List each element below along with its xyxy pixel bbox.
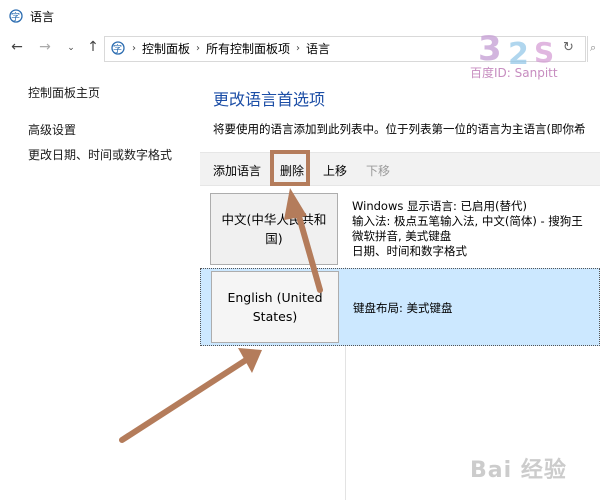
move-down-button[interactable]: 下移 (366, 162, 390, 179)
language-row-english-selected[interactable]: English (United States) 键盘布局: 美式键盘 (200, 268, 600, 346)
forward-arrow-icon[interactable]: → (36, 39, 54, 55)
recent-locations-chevron-icon[interactable]: ⌄ (62, 43, 80, 53)
breadcrumb: › 控制面板 › 所有控制面板项 › 语言 (132, 40, 330, 57)
detail-line: Windows 显示语言: 已启用(替代) (352, 199, 527, 213)
advanced-settings-link[interactable]: 高级设置 (28, 121, 76, 138)
page-description: 将要使用的语言添加到此列表中。位于列表第一位的语言为主语言(即你希 (213, 122, 586, 136)
svg-text:字: 字 (11, 11, 20, 23)
control-panel-icon: 字 (111, 41, 125, 55)
svg-text:3: 3 (478, 29, 502, 69)
language-details: 键盘布局: 美式键盘 (353, 301, 453, 316)
language-toolbar: 添加语言 删除 上移 下移 (200, 152, 600, 186)
search-icon: ⌕ (590, 41, 597, 54)
language-row-chinese[interactable]: 中文(中华人民共和国) Windows 显示语言: 已启用(替代) 输入法: 极… (200, 189, 600, 267)
back-arrow-icon[interactable]: ← (8, 39, 26, 55)
watermark-baidu-jingyan: Bai 经验 (470, 458, 567, 483)
window-title: 语言 (30, 10, 55, 24)
language-name-button[interactable]: 中文(中华人民共和国) (210, 193, 338, 265)
detail-line: 输入法: 极点五笔输入法, 中文(简体) - 搜狗王 (352, 214, 583, 228)
watermark-baidu-id: 百度ID: Sanpitt (470, 66, 558, 80)
language-app-icon: 字 (9, 9, 23, 23)
detail-line: 微软拼音, 美式键盘 (352, 229, 452, 243)
svg-text:字: 字 (113, 43, 122, 55)
language-details: Windows 显示语言: 已启用(替代) 输入法: 极点五笔输入法, 中文(简… (352, 199, 583, 259)
add-language-button[interactable]: 添加语言 (213, 162, 261, 179)
language-name-button[interactable]: English (United States) (211, 271, 339, 343)
control-panel-home-link[interactable]: 控制面板主页 (28, 84, 100, 101)
detail-line: 日期、时间和数字格式 (352, 244, 467, 258)
breadcrumb-language[interactable]: 语言 (306, 40, 330, 57)
search-input[interactable]: ⌕ (587, 36, 600, 62)
chevron-right-icon: › (196, 43, 201, 54)
detail-line: 键盘布局: 美式键盘 (353, 301, 453, 315)
arrow-to-english-row (119, 348, 262, 443)
chevron-right-icon: › (132, 43, 136, 54)
move-up-button[interactable]: 上移 (323, 162, 347, 179)
up-arrow-icon[interactable]: ↑ (84, 39, 102, 55)
chevron-right-icon: › (296, 43, 301, 54)
breadcrumb-control-panel[interactable]: 控制面板 (142, 40, 190, 57)
breadcrumb-all-items[interactable]: 所有控制面板项 (206, 40, 290, 57)
page-title: 更改语言首选项 (213, 90, 326, 109)
annotation-highlight-box (270, 150, 310, 186)
change-date-time-format-link[interactable]: 更改日期、时间或数字格式 (28, 146, 172, 163)
